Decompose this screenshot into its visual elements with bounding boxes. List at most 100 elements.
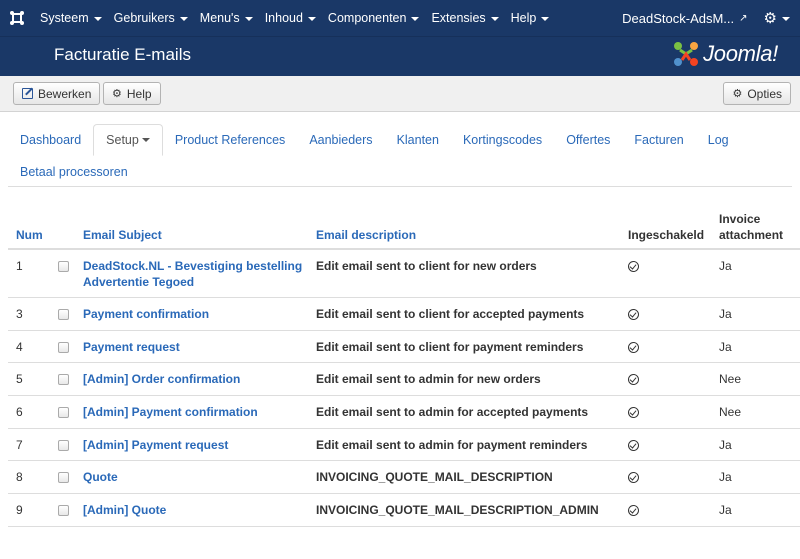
row-checkbox[interactable] xyxy=(58,505,69,517)
enabled-check-icon[interactable] xyxy=(628,472,639,484)
row-checkbox[interactable] xyxy=(58,407,69,419)
table-row: 5 [Admin] Order confirmation Edit email se… xyxy=(8,363,800,397)
invoice-attachment-value: Ja xyxy=(719,437,732,452)
email-subject-link[interactable]: Payment request xyxy=(83,339,308,355)
col-description-header[interactable]: Email description xyxy=(316,228,416,242)
menu-item-label: Systeem xyxy=(40,11,89,25)
user-menu-gear-icon[interactable]: ⚙ xyxy=(764,9,790,27)
invoice-attachment-value: Nee xyxy=(719,405,742,420)
row-checkbox[interactable] xyxy=(58,309,69,320)
row-checkbox[interactable] xyxy=(58,261,69,272)
tab-facturen[interactable]: Facturen xyxy=(622,124,695,156)
tab-setup[interactable]: Setup xyxy=(93,124,163,156)
menu-item-label: Menu's xyxy=(199,11,240,25)
table-header: Num Email Subject Email description Inge… xyxy=(8,206,800,250)
tab-label: Kortingscodes xyxy=(462,133,543,147)
chevron-down-icon xyxy=(141,138,150,142)
tab-betaal-processoren[interactable]: Betaal processoren xyxy=(8,156,140,188)
chevron-down-icon xyxy=(93,16,102,21)
row-num: 8 xyxy=(16,470,23,485)
menu-item-gebruikers[interactable]: Gebruikers xyxy=(108,0,194,36)
tab-kortingscodes[interactable]: Kortingscodes xyxy=(451,124,554,156)
row-checkbox[interactable] xyxy=(58,472,69,484)
invoice-attachment-value: Ja xyxy=(719,307,732,321)
joomla-menu-logo-icon[interactable] xyxy=(0,0,34,36)
options-button[interactable]: ⚙ Opties xyxy=(723,82,791,105)
edit-button[interactable]: Bewerken xyxy=(13,82,101,105)
joomla-logo-icon xyxy=(674,42,699,66)
enabled-check-icon[interactable] xyxy=(628,374,639,386)
menu-item-label: Inhoud xyxy=(264,11,303,25)
tab-divider xyxy=(8,186,792,187)
email-subject-link[interactable]: [Admin] Payment request xyxy=(83,437,308,453)
options-button-label: Opties xyxy=(747,86,782,101)
main-menu: Systeem Gebruikers Menu's Inhoud Componenten… xyxy=(34,0,555,36)
email-subject-link[interactable]: Payment confirmation xyxy=(83,306,308,322)
row-num: 9 xyxy=(16,503,23,518)
row-checkbox[interactable] xyxy=(58,341,69,353)
menu-item-label: Gebruikers xyxy=(113,11,175,25)
menu-item-componenten[interactable]: Componenten xyxy=(322,0,426,36)
tab-log[interactable]: Log xyxy=(696,124,741,156)
enabled-check-icon[interactable] xyxy=(628,341,639,353)
email-description: INVOICING_QUOTE_MAIL_DESCRIPTION xyxy=(316,470,553,485)
tab-label: Dashboard xyxy=(20,133,82,147)
enabled-check-icon[interactable] xyxy=(628,439,639,451)
menu-item-extensies[interactable]: Extensies xyxy=(425,0,504,36)
email-description: Edit email sent to admin for new orders xyxy=(316,372,541,387)
invoice-attachment-value: Ja xyxy=(719,259,732,273)
row-checkbox[interactable] xyxy=(58,374,69,386)
tab-label: Facturen xyxy=(634,133,684,147)
email-subject-link[interactable]: DeadStock.NL - Bevestiging bestelling Ad… xyxy=(83,258,308,290)
row-num: 3 xyxy=(16,307,23,321)
site-link[interactable]: DeadStock-AdsM... ↗ xyxy=(622,11,747,26)
row-checkbox[interactable] xyxy=(58,439,69,451)
page-header: Facturatie E-mails Joomla! xyxy=(0,36,800,76)
tab-klanten[interactable]: Klanten xyxy=(385,124,451,156)
email-subject-link[interactable]: Quote xyxy=(83,469,308,485)
tab-offertes[interactable]: Offertes xyxy=(554,124,622,156)
table-row: 7 [Admin] Payment request Edit email sent … xyxy=(8,429,800,462)
tab-bar: Dashboard Setup Product References Aanbiede… xyxy=(8,124,792,188)
menu-item-systeem[interactable]: Systeem xyxy=(34,0,108,36)
email-description: Edit email sent to client for payment re… xyxy=(316,339,584,354)
email-subject-link[interactable]: [Admin] Order confirmation xyxy=(83,371,308,387)
col-attachment-header-line2: attachment xyxy=(719,228,784,242)
col-num-header[interactable]: Num xyxy=(16,228,43,242)
help-gear-icon: ⚙ xyxy=(112,88,122,100)
menu-item-label: Help xyxy=(510,11,537,25)
enabled-check-icon[interactable] xyxy=(628,261,639,272)
page-title: Facturatie E-mails xyxy=(54,45,191,64)
enabled-check-icon[interactable] xyxy=(628,505,639,517)
enabled-check-icon[interactable] xyxy=(628,309,639,320)
table-row: 8 Quote INVOICING_QUOTE_MAIL_DESCRIPTION Ja xyxy=(8,461,800,495)
invoice-attachment-value: Nee xyxy=(719,372,742,387)
email-description: Edit email sent to client for new orders xyxy=(316,259,537,273)
table-row: 1 DeadStock.NL - Bevestiging bestelling A… xyxy=(8,250,800,298)
site-name: DeadStock-AdsM... xyxy=(622,10,735,26)
menu-item-help[interactable]: Help xyxy=(505,0,556,36)
email-subject-link[interactable]: [Admin] Quote xyxy=(83,502,308,518)
menu-item-label: Componenten xyxy=(327,11,407,25)
col-subject-header[interactable]: Email Subject xyxy=(83,228,162,242)
table-body: 1 DeadStock.NL - Bevestiging bestelling A… xyxy=(8,250,800,527)
chevron-down-icon xyxy=(179,16,188,21)
menu-item-menu-s[interactable]: Menu's xyxy=(194,0,259,36)
menu-item-inhoud[interactable]: Inhoud xyxy=(259,0,322,36)
tab-aanbieders[interactable]: Aanbieders xyxy=(297,124,384,156)
tab-dashboard[interactable]: Dashboard xyxy=(8,124,93,156)
email-subject-link[interactable]: [Admin] Payment confirmation xyxy=(83,404,308,420)
row-num: 5 xyxy=(16,372,23,387)
help-button-label: Help xyxy=(126,86,152,101)
tab-product-references[interactable]: Product References xyxy=(163,124,297,156)
chevron-down-icon xyxy=(411,16,420,21)
row-num: 7 xyxy=(16,437,23,452)
tab-label: Product References xyxy=(174,133,286,147)
edit-button-label: Bewerken xyxy=(38,86,92,101)
help-button[interactable]: ⚙ Help xyxy=(103,82,161,105)
options-gear-icon: ⚙ xyxy=(732,88,743,100)
tab-label: Log xyxy=(707,133,729,147)
menu-item-label: Extensies xyxy=(431,11,486,25)
chevron-down-icon xyxy=(782,16,790,21)
enabled-check-icon[interactable] xyxy=(628,407,639,419)
